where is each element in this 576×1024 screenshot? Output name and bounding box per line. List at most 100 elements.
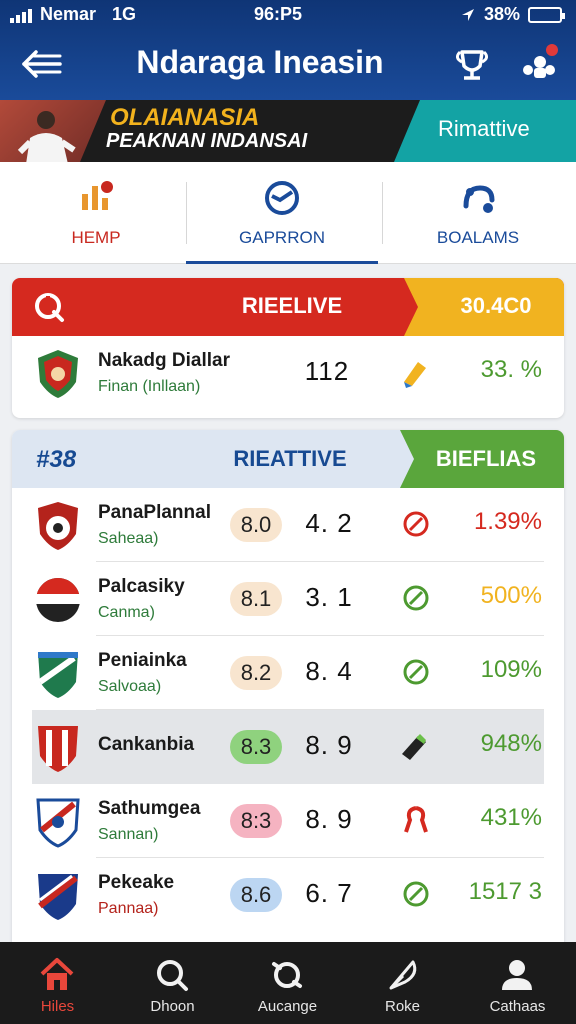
trend-up-icon — [403, 881, 429, 907]
team-crest-icon — [38, 652, 78, 698]
score-pill: 8.2 — [230, 656, 282, 690]
trophy-icon[interactable] — [452, 44, 492, 84]
score-pill: 8:3 — [230, 804, 282, 838]
battery-icon — [528, 6, 565, 23]
team-percent: 109% — [480, 656, 542, 683]
team-crest-icon — [38, 874, 78, 920]
ribbon-icon — [404, 806, 428, 833]
tab-bar: HEMP GAPRRON BOALAMS — [0, 162, 576, 264]
notification-badge — [546, 44, 558, 56]
tab-boalams[interactable]: BOALAMS — [382, 162, 574, 264]
battery-percent: 38% — [483, 4, 520, 24]
ranking-header: #38 RIEATTIVE BIEFLIAS — [12, 430, 564, 488]
team-percent: 1.39% — [473, 508, 542, 535]
team-number: 8. 4 — [305, 656, 353, 686]
status-bar: Nemar 1G 96:P5 38% — [0, 0, 576, 30]
marker-icon — [404, 362, 426, 388]
team-subtitle: Saheaa) — [98, 530, 159, 547]
nav-label: Hiles — [40, 998, 75, 1015]
nav-home[interactable]: Hiles — [0, 942, 115, 1024]
team-subtitle: Finan (Inllaan) — [98, 378, 201, 395]
tab-label: GAPRRON — [239, 228, 325, 247]
team-number: 8. 9 — [305, 804, 353, 834]
team-percent: 431% — [480, 804, 542, 831]
score-pill: 8.1 — [230, 582, 282, 616]
team-number: 112 — [304, 356, 350, 386]
tab-label: BOALAMS — [436, 228, 520, 247]
score-pill: 8.6 — [230, 878, 282, 912]
score-pill: 8.0 — [230, 508, 282, 542]
nav-label: Roke — [384, 998, 421, 1015]
signal-icon — [10, 7, 32, 23]
nav-label: Cathaas — [489, 998, 546, 1015]
team-subtitle: Sannan) — [98, 826, 159, 843]
team-number: 3. 1 — [305, 582, 353, 612]
table-row[interactable]: Pekeake Pannaa) 8.6 6. 7 1517 3 — [12, 858, 564, 932]
search-icon — [157, 960, 188, 991]
network-type: 1G — [112, 4, 137, 24]
tab-hemp[interactable]: HEMP — [0, 162, 192, 264]
team-number: 4. 2 — [305, 508, 353, 538]
home-icon — [40, 958, 74, 990]
table-row[interactable]: Sathumgea Sannan) 8:3 8. 9 431% — [12, 784, 564, 858]
tab-gaprron[interactable]: GAPRRON — [186, 162, 378, 264]
rank-label: #38 — [36, 446, 77, 473]
team-notifications-button[interactable] — [518, 44, 562, 84]
team-crest-icon — [38, 350, 78, 398]
promo-banner[interactable]: OLAIANASIA PEAKNAN INDANSAI Rimattive — [0, 100, 576, 162]
team-percent: 948% — [480, 730, 542, 757]
team-subtitle: Pannaa) — [98, 900, 159, 917]
back-arrow-icon[interactable] — [20, 46, 64, 82]
ranking-header-right[interactable]: BIEFLIAS — [416, 446, 556, 472]
tab-label: HEMP — [71, 228, 121, 247]
nav-profile[interactable]: Cathaas — [460, 942, 575, 1024]
feather-icon — [389, 960, 417, 990]
banner-headline: OLAIANASIA — [110, 104, 260, 131]
team-crest-icon — [36, 798, 80, 848]
featured-card[interactable]: RIEELIVE 30.4C0 Nakadg Diallar Finan (In… — [12, 278, 564, 418]
nav-label: Dhoon — [150, 998, 195, 1015]
team-name: Pekeake — [98, 872, 175, 893]
ranking-card: #38 RIEATTIVE BIEFLIAS PanaPlannal Sahea… — [12, 430, 564, 950]
team-subtitle: Canma) — [98, 604, 155, 621]
team-crest-icon — [36, 578, 80, 622]
nav-search[interactable]: Dhoon — [115, 942, 230, 1024]
team-name: Peniainka — [98, 650, 187, 671]
team-name: PanaPlannal — [98, 502, 211, 523]
table-row-selected[interactable]: Cankanbia 8.3 8. 9 948% — [32, 710, 544, 784]
banner-subline: PEAKNAN INDANSAI — [106, 130, 308, 152]
nav-roke[interactable]: Roke — [345, 942, 460, 1024]
team-name: Cankanbia — [98, 734, 195, 755]
team-crest-icon — [38, 726, 78, 772]
trend-up-icon — [403, 659, 429, 685]
featured-header: RIEELIVE 30.4C0 — [12, 278, 564, 336]
carrier-name: Nemar — [40, 4, 97, 24]
globe-check-icon — [265, 181, 299, 215]
team-number: 8. 9 — [305, 730, 353, 760]
featured-header-label: RIEELIVE — [241, 293, 343, 318]
nav-label: Aucange — [257, 998, 318, 1015]
team-percent: 1517 3 — [468, 878, 542, 905]
team-name: Palcasiky — [98, 576, 185, 597]
page-title: Ndaraga Ineasin — [136, 44, 384, 80]
clock: 96:P5 — [254, 4, 303, 24]
team-percent: 500% — [480, 582, 542, 609]
location-icon — [461, 8, 474, 21]
user-icon — [502, 960, 532, 990]
ranking-header-label: RIEATTIVE — [233, 446, 347, 471]
table-row[interactable]: PanaPlannal Saheaa) 8.0 4. 2 1.39% — [12, 488, 564, 562]
team-name: Nakadg Diallar — [98, 350, 230, 371]
bars-icon — [82, 181, 113, 210]
featured-row[interactable]: Nakadg Diallar Finan (Inllaan) 112 33. % — [12, 336, 564, 418]
trend-up-icon — [403, 585, 429, 611]
table-row[interactable]: Palcasiky Canma) 8.1 3. 1 500% — [12, 562, 564, 636]
bottom-nav: Hiles Dhoon Aucange Roke Cathaas — [0, 942, 576, 1024]
team-name: Sathumgea — [98, 798, 201, 819]
live-search-icon[interactable] — [32, 290, 66, 324]
table-row[interactable]: Peniainka Salvoaa) 8.2 8. 4 109% — [12, 636, 564, 710]
team-crest-icon — [38, 502, 78, 550]
team-percent: 33. % — [480, 356, 542, 383]
team-subtitle: Salvoaa) — [98, 678, 162, 695]
nav-exchange[interactable]: Aucange — [230, 942, 345, 1024]
banner-cta[interactable]: Rimattive — [438, 116, 530, 142]
